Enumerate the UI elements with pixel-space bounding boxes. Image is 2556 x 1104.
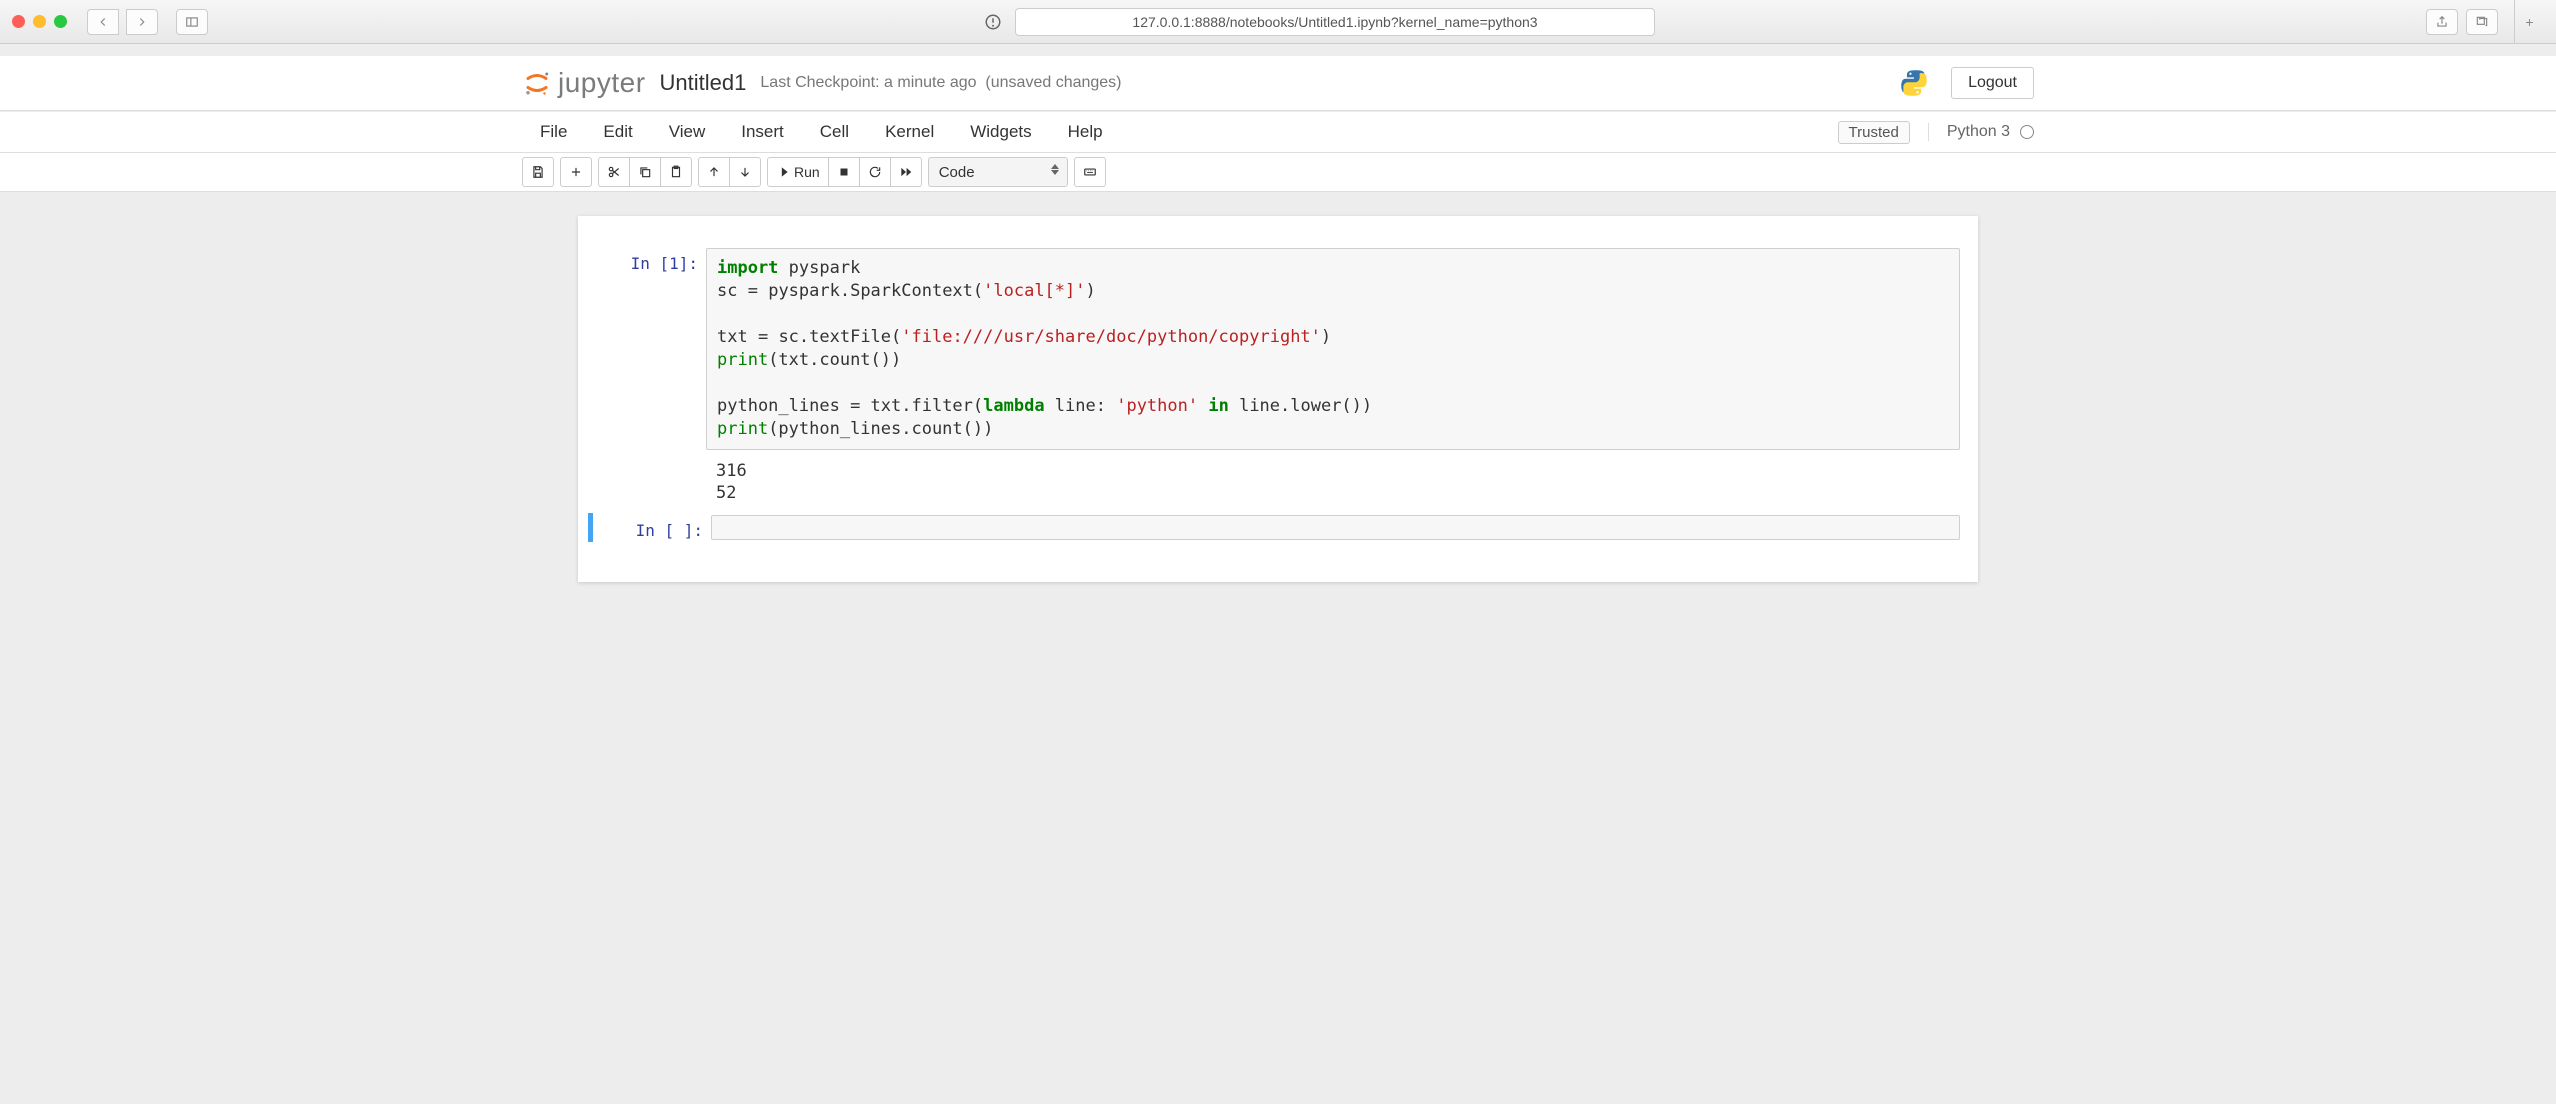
share-button[interactable]: [2426, 9, 2458, 35]
move-up-button[interactable]: [698, 157, 730, 187]
menu-edit[interactable]: Edit: [585, 116, 650, 148]
menu-widgets[interactable]: Widgets: [952, 116, 1049, 148]
paste-icon: [669, 165, 683, 179]
chevron-right-icon: [135, 15, 149, 29]
fast-forward-icon: [899, 165, 913, 179]
minimize-window-button[interactable]: [33, 15, 46, 28]
menu-help[interactable]: Help: [1050, 116, 1121, 148]
trusted-indicator[interactable]: Trusted: [1838, 121, 1910, 144]
stop-icon: [837, 165, 851, 179]
kernel-name-text: Python 3: [1947, 123, 2010, 141]
jupyter-logo-text: jupyter: [558, 67, 646, 99]
input-prompt: In [ ]:: [601, 515, 711, 540]
command-palette-button[interactable]: [1074, 157, 1106, 187]
run-icon: [776, 165, 790, 179]
kernel-indicator[interactable]: Python 3: [1928, 123, 2034, 141]
close-window-button[interactable]: [12, 15, 25, 28]
restart-icon: [868, 165, 882, 179]
notebook-container: In [1]:import pyspark sc = pyspark.Spark…: [578, 216, 1978, 582]
input-prompt: In [1]:: [596, 248, 706, 450]
address-bar[interactable]: 127.0.0.1:8888/notebooks/Untitled1.ipynb…: [1015, 8, 1655, 36]
scissors-icon: [607, 165, 621, 179]
back-button[interactable]: [87, 9, 119, 35]
code-cell[interactable]: In [1]:import pyspark sc = pyspark.Spark…: [588, 246, 1968, 452]
jupyter-logo-icon: [522, 68, 552, 98]
share-icon: [2435, 15, 2449, 29]
plus-icon: [569, 165, 583, 179]
sidebar-icon: [185, 15, 199, 29]
maximize-window-button[interactable]: [54, 15, 67, 28]
checkpoint-status: Last Checkpoint: a minute ago (unsaved c…: [760, 74, 1121, 92]
menu-view[interactable]: View: [651, 116, 724, 148]
arrow-up-icon: [707, 165, 721, 179]
menu-file[interactable]: File: [522, 116, 585, 148]
cut-button[interactable]: [598, 157, 630, 187]
save-icon: [531, 165, 545, 179]
kernel-idle-icon: [2020, 125, 2034, 139]
toolbar: Run Code: [498, 153, 2058, 191]
tabs-icon: [2475, 15, 2489, 29]
save-button[interactable]: [522, 157, 554, 187]
arrow-down-icon: [738, 165, 752, 179]
copy-icon: [638, 165, 652, 179]
notebook-header: jupyter Untitled1 Last Checkpoint: a min…: [498, 56, 2058, 110]
cell-type-select[interactable]: Code: [928, 157, 1068, 187]
logout-button[interactable]: Logout: [1951, 67, 2034, 99]
sidebar-toggle-button[interactable]: [176, 9, 208, 35]
cell-type-value: Code: [939, 164, 975, 181]
run-label: Run: [794, 164, 820, 180]
tabs-button[interactable]: [2466, 9, 2498, 35]
code-input[interactable]: import pyspark sc = pyspark.SparkContext…: [706, 248, 1960, 450]
paste-button[interactable]: [660, 157, 692, 187]
url-text: 127.0.0.1:8888/notebooks/Untitled1.ipynb…: [1132, 14, 1537, 30]
window-controls: [12, 15, 67, 28]
insert-cell-button[interactable]: [560, 157, 592, 187]
run-button[interactable]: Run: [767, 157, 829, 187]
jupyter-logo[interactable]: jupyter: [522, 67, 646, 99]
notebook-name[interactable]: Untitled1: [660, 70, 747, 96]
output-cell: .316 52: [588, 452, 1968, 514]
move-down-button[interactable]: [729, 157, 761, 187]
keyboard-icon: [1083, 165, 1097, 179]
new-tab-button[interactable]: +: [2514, 0, 2544, 44]
menubar: FileEditViewInsertCellKernelWidgetsHelp …: [498, 112, 2058, 152]
interrupt-button[interactable]: [828, 157, 860, 187]
python-logo-icon: [1897, 66, 1931, 100]
code-cell[interactable]: In [ ]:: [588, 513, 1968, 542]
restart-run-all-button[interactable]: [890, 157, 922, 187]
browser-chrome: 127.0.0.1:8888/notebooks/Untitled1.ipynb…: [0, 0, 2556, 44]
chevron-left-icon: [96, 15, 110, 29]
menu-insert[interactable]: Insert: [723, 116, 802, 148]
output-text: 316 52: [706, 454, 1960, 512]
forward-button[interactable]: [126, 9, 158, 35]
warning-circle-icon: [984, 13, 1002, 31]
menu-kernel[interactable]: Kernel: [867, 116, 952, 148]
code-input[interactable]: [711, 515, 1960, 540]
restart-button[interactable]: [859, 157, 891, 187]
site-info-icon[interactable]: [979, 9, 1007, 35]
menu-cell[interactable]: Cell: [802, 116, 867, 148]
copy-button[interactable]: [629, 157, 661, 187]
